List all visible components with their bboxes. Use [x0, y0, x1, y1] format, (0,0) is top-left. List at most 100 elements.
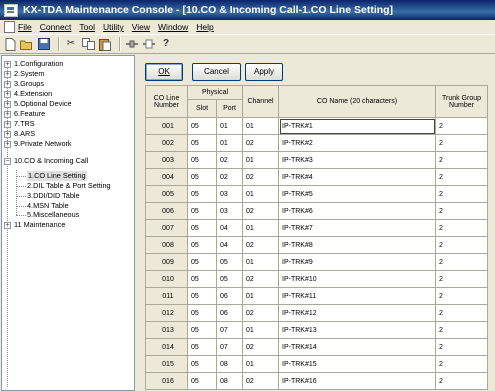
- menu-window[interactable]: Window: [154, 22, 192, 32]
- trunk-group-cell[interactable]: 2: [435, 117, 488, 135]
- tree-item-private-network[interactable]: +9.Private Network: [2, 139, 72, 149]
- tree-item-feature[interactable]: +6.Feature: [2, 109, 45, 119]
- co-name-cell[interactable]: IP-TRK#8: [278, 236, 436, 254]
- trunk-group-cell[interactable]: 2: [435, 270, 488, 288]
- co-name-cell[interactable]: IP-TRK#4: [278, 168, 436, 186]
- menu-tool[interactable]: Tool: [75, 22, 99, 32]
- channel-cell: 01: [242, 185, 279, 203]
- co-name-cell[interactable]: IP-TRK#3: [278, 151, 436, 169]
- trunk-group-cell[interactable]: 2: [435, 372, 488, 390]
- expand-icon[interactable]: +: [4, 110, 11, 118]
- co-name-cell[interactable]: IP-TRK#11: [278, 287, 436, 305]
- trunk-group-cell[interactable]: 2: [435, 304, 488, 322]
- trunk-group-cell[interactable]: 2: [435, 338, 488, 356]
- table-row: 015 05 08 01 IP-TRK#15 2: [145, 355, 488, 373]
- tree-item-ars[interactable]: +8.ARS: [2, 129, 35, 139]
- save-icon[interactable]: [37, 37, 51, 51]
- trunk-group-cell[interactable]: 2: [435, 185, 488, 203]
- trunk-group-cell[interactable]: 2: [435, 202, 488, 220]
- co-name-cell[interactable]: IP-TRK#2: [278, 134, 436, 152]
- table-row: 003 05 02 01 IP-TRK#3 2: [145, 151, 488, 169]
- trunk-group-cell[interactable]: 2: [435, 219, 488, 237]
- trunk-group-cell[interactable]: 2: [435, 151, 488, 169]
- trunk-group-cell[interactable]: 2: [435, 253, 488, 271]
- apply-button[interactable]: Apply: [245, 63, 283, 81]
- disconnect-icon[interactable]: [142, 37, 156, 51]
- col-header-trunk-group[interactable]: Trunk Group Number: [435, 85, 488, 118]
- col-header-slot[interactable]: Slot: [187, 99, 217, 118]
- paste-icon[interactable]: [98, 37, 112, 51]
- menu-help[interactable]: Help: [192, 22, 217, 32]
- port-cell: 01: [216, 117, 243, 135]
- co-name-cell[interactable]: IP-TRK#16: [278, 372, 436, 390]
- tree-item-dil-table[interactable]: 2.DIL Table & Port Setting: [27, 181, 111, 191]
- co-name-cell[interactable]: IP-TRK#5: [278, 185, 436, 203]
- slot-cell: 05: [187, 219, 217, 237]
- table-row: 008 05 04 02 IP-TRK#8 2: [145, 236, 488, 254]
- col-header-physical: Physical: [187, 85, 243, 100]
- co-name-cell[interactable]: IP-TRK#7: [278, 219, 436, 237]
- expand-icon[interactable]: +: [4, 90, 11, 98]
- channel-cell: 01: [242, 253, 279, 271]
- new-icon[interactable]: [3, 37, 17, 51]
- expand-icon[interactable]: +: [4, 130, 11, 138]
- cancel-button[interactable]: Cancel: [192, 63, 241, 81]
- cut-icon[interactable]: ✂: [64, 37, 78, 51]
- trunk-group-cell[interactable]: 2: [435, 355, 488, 373]
- expand-icon[interactable]: +: [4, 140, 11, 148]
- tree-item-optional-device[interactable]: +5.Optional Device: [2, 99, 72, 109]
- co-name-cell[interactable]: IP-TRK#10: [278, 270, 436, 288]
- table-row: 013 05 07 01 IP-TRK#13 2: [145, 321, 488, 339]
- expand-icon[interactable]: +: [4, 120, 11, 128]
- tree-item-maintenance[interactable]: +11 Maintenance: [2, 220, 65, 230]
- tree-item-configuration[interactable]: +1.Configuration: [2, 59, 64, 69]
- menu-connect[interactable]: Connect: [36, 22, 76, 32]
- co-name-cell[interactable]: IP-TRK#12: [278, 304, 436, 322]
- co-name-cell[interactable]: IP-TRK#6: [278, 202, 436, 220]
- expand-icon[interactable]: +: [4, 80, 11, 88]
- menu-file[interactable]: File: [0, 21, 36, 33]
- toolbar-separator: [58, 37, 60, 51]
- slot-cell: 05: [187, 304, 217, 322]
- col-header-co-line-number[interactable]: CO Line Number: [145, 85, 188, 118]
- trunk-group-cell[interactable]: 2: [435, 236, 488, 254]
- ok-button[interactable]: OK: [145, 63, 183, 81]
- tree-item-system[interactable]: +2.System: [2, 69, 44, 79]
- expand-icon[interactable]: +: [4, 221, 11, 229]
- trunk-group-cell[interactable]: 2: [435, 287, 488, 305]
- trunk-group-cell[interactable]: 2: [435, 321, 488, 339]
- co-name-cell[interactable]: IP-TRK#9: [278, 253, 436, 271]
- co-name-cell[interactable]: IP-TRK#14: [278, 338, 436, 356]
- menu-utility[interactable]: Utility: [99, 22, 128, 32]
- trunk-group-cell[interactable]: 2: [435, 134, 488, 152]
- tree-item-groups[interactable]: +3.Groups: [2, 79, 44, 89]
- channel-cell: 01: [242, 117, 279, 135]
- connect-icon[interactable]: [125, 37, 139, 51]
- menu-view[interactable]: View: [128, 22, 154, 32]
- copy-icon[interactable]: [81, 37, 95, 51]
- toolbar-separator: [119, 37, 121, 51]
- open-icon[interactable]: [20, 37, 34, 51]
- co-name-cell[interactable]: IP-TRK#1: [278, 117, 436, 135]
- tree-line: [16, 196, 26, 197]
- window-title: KX-TDA Maintenance Console - [10.CO & In…: [23, 4, 394, 16]
- co-name-cell[interactable]: IP-TRK#13: [278, 321, 436, 339]
- tree-item-trs[interactable]: +7.TRS: [2, 119, 35, 129]
- expand-icon[interactable]: +: [4, 100, 11, 108]
- co-line-number-cell: 016: [145, 372, 188, 390]
- col-header-port[interactable]: Port: [216, 99, 243, 118]
- col-header-channel[interactable]: Channel: [242, 85, 279, 118]
- tree-item-miscellaneous[interactable]: 5.Miscellaneous: [27, 210, 79, 220]
- expand-icon[interactable]: +: [4, 70, 11, 78]
- tree-item-co-line-setting[interactable]: 1.CO Line Setting: [27, 171, 87, 181]
- col-header-co-name[interactable]: CO Name (20 characters): [278, 85, 436, 118]
- tree-item-co-incoming-call[interactable]: −10.CO & Incoming Call: [2, 156, 88, 166]
- co-name-cell[interactable]: IP-TRK#15: [278, 355, 436, 373]
- tree-item-extension[interactable]: +4.Extension: [2, 89, 52, 99]
- tree-item-ddi-did-table[interactable]: 3.DDI/DID Table: [27, 191, 80, 201]
- help-icon[interactable]: ?: [159, 37, 173, 51]
- co-line-table: CO Line Number Physical Channel CO Name …: [145, 85, 488, 390]
- collapse-icon[interactable]: −: [4, 157, 11, 165]
- expand-icon[interactable]: +: [4, 60, 11, 68]
- trunk-group-cell[interactable]: 2: [435, 168, 488, 186]
